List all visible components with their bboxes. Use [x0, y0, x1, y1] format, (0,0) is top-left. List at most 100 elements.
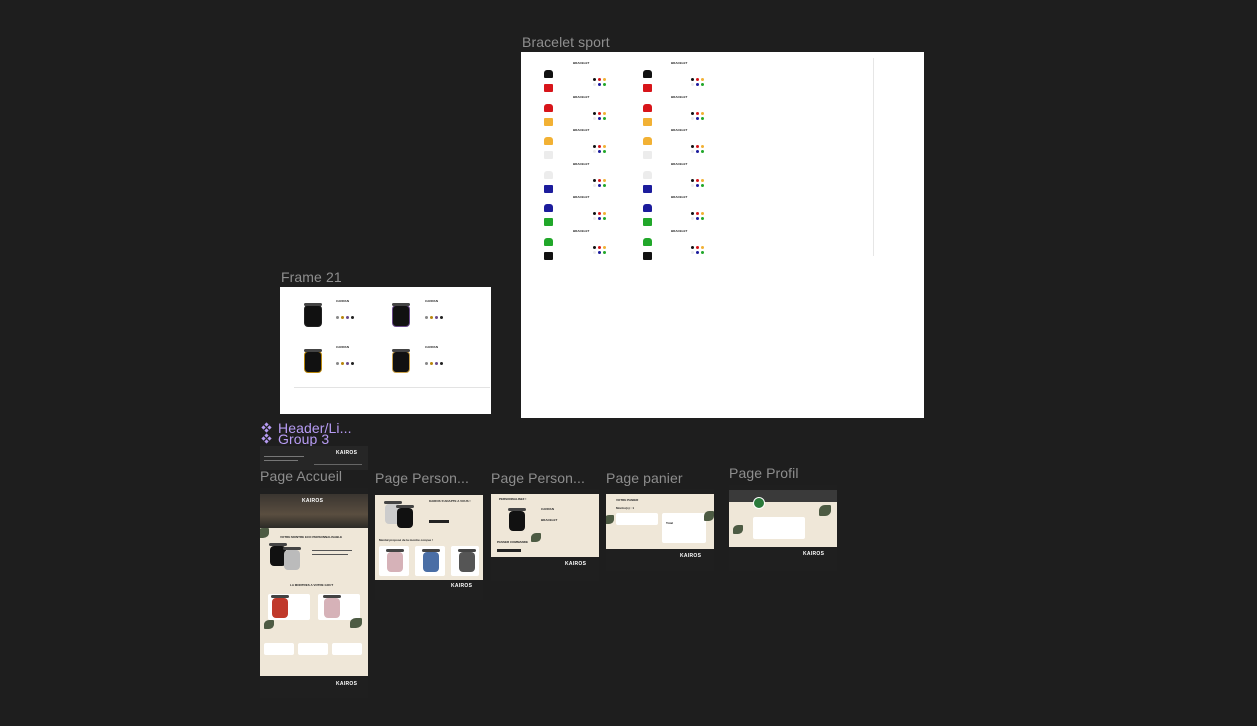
strap-bottom	[544, 218, 553, 226]
strap-top	[643, 70, 652, 78]
color-dot	[701, 145, 704, 148]
color-dot	[701, 245, 704, 249]
strap-bottom	[643, 151, 652, 159]
color-dot	[701, 150, 704, 153]
color-dot	[336, 362, 339, 365]
strap-bottom	[544, 251, 553, 260]
color-dot	[593, 178, 596, 182]
color-dot	[598, 178, 601, 182]
color-dot	[603, 183, 606, 187]
bracelet-title: BRACELET	[671, 161, 688, 166]
text-line	[264, 460, 298, 461]
cadran-title: CADRAN	[336, 299, 349, 303]
color-dot	[691, 183, 694, 187]
leaf-decoration	[733, 525, 743, 534]
color-dot	[701, 212, 704, 215]
color-dot	[696, 116, 699, 120]
color-swatches	[691, 140, 706, 153]
color-dot	[691, 116, 694, 120]
total-label: Total	[666, 521, 673, 525]
strap-top	[643, 170, 652, 179]
component-label-group3[interactable]: Group 3	[278, 431, 329, 447]
color-swatches	[691, 202, 706, 215]
frame-label-frame21[interactable]: Frame 21	[281, 269, 342, 285]
bracelet-title: BRACELET	[573, 195, 590, 199]
color-dot	[603, 217, 606, 220]
color-dot	[593, 183, 596, 187]
strap-top	[643, 237, 652, 246]
frame-label-page-profil[interactable]: Page Profil	[729, 465, 799, 481]
color-dot	[598, 250, 601, 254]
color-dot	[691, 111, 694, 115]
color-dot	[691, 245, 694, 249]
watch-dial-image	[392, 349, 410, 373]
color-dot	[351, 362, 354, 365]
strap-bottom	[643, 117, 652, 126]
hero-brand: KAIROS	[302, 498, 324, 504]
frame-page-accueil[interactable]: KAIROS VOTRE MONTRE ECO PERSONNALISABLE …	[260, 488, 368, 698]
leaf-decoration	[606, 515, 614, 524]
color-dot	[593, 212, 596, 215]
cta-label: PASSER COMMANDE	[497, 540, 528, 544]
watch-image	[422, 549, 440, 572]
frame-header-preview[interactable]: KAIROS	[260, 446, 368, 470]
color-swatches	[593, 140, 608, 153]
color-swatches	[593, 207, 608, 220]
top-nav	[606, 489, 714, 494]
color-dot	[341, 362, 344, 365]
color-dot	[603, 116, 606, 120]
frame-label-page-accueil[interactable]: Page Accueil	[260, 468, 342, 484]
frame-divider	[873, 58, 874, 256]
profile-card	[753, 517, 805, 539]
color-dot	[598, 145, 601, 148]
strap-top	[544, 170, 553, 179]
color-dot	[696, 217, 699, 220]
cart-item	[616, 513, 658, 525]
color-swatches	[336, 352, 356, 365]
color-dot	[701, 183, 704, 187]
frame-label-page-perso-1[interactable]: Page Person...	[375, 470, 469, 486]
color-dot	[696, 250, 699, 254]
frame-label-page-perso-2[interactable]: Page Person...	[491, 470, 585, 486]
color-dot	[696, 111, 699, 115]
bracelet-title: BRACELET	[671, 228, 688, 233]
color-dot	[440, 362, 443, 365]
strap-bottom	[643, 84, 652, 92]
bracelet-title: BRACELET	[671, 94, 688, 99]
color-dot	[603, 150, 606, 153]
strap-top	[544, 137, 553, 145]
color-swatches	[593, 135, 608, 148]
color-dot	[593, 245, 596, 249]
watch-image	[271, 595, 289, 618]
color-dot	[593, 78, 596, 81]
headline: KAIROS S'ADAPTE A VOUS !	[429, 499, 471, 503]
frame-page-perso-2[interactable]: PERSONNALISEZ ! CADRAN BRACELET PASSER C…	[491, 489, 599, 581]
frame-page-perso-1[interactable]: KAIROS S'ADAPTE A VOUS ! Mental proposé …	[375, 490, 483, 600]
color-dot	[691, 83, 694, 86]
color-swatches	[593, 73, 608, 86]
strap-bottom	[544, 184, 553, 193]
frame-label-bracelet-sport[interactable]: Bracelet sport	[522, 34, 610, 50]
leaf-decoration	[260, 528, 269, 538]
frame-bracelet-sport[interactable]: BRACELET BRACELET BRACELET BRACELET BRACELET…	[521, 52, 924, 418]
color-swatches	[425, 352, 445, 365]
color-dot	[346, 316, 349, 319]
frame-page-panier[interactable]: VOTRE PANIER Montre(s) : 1 Total KAIROS	[606, 489, 714, 571]
top-nav	[375, 490, 483, 495]
frame-label-page-panier[interactable]: Page panier	[606, 470, 683, 486]
color-dot	[696, 83, 699, 86]
frame-21[interactable]: CADRAN CADRAN CADRAN CADRAN	[280, 287, 491, 414]
brand-logo: KAIROS	[336, 450, 358, 456]
cart-summary	[662, 513, 706, 543]
color-swatches	[691, 241, 706, 254]
headline: PERSONNALISEZ !	[499, 497, 527, 501]
bracelet-title: BRACELET	[573, 61, 590, 65]
text-line	[314, 464, 362, 465]
color-dot	[696, 78, 699, 81]
color-swatches	[593, 102, 608, 115]
bracelet-title: BRACELET	[573, 94, 590, 99]
frame-page-profil[interactable]: KAIROS	[729, 485, 837, 571]
review-card	[332, 643, 362, 655]
color-dot	[691, 217, 694, 220]
color-dot	[425, 362, 428, 365]
